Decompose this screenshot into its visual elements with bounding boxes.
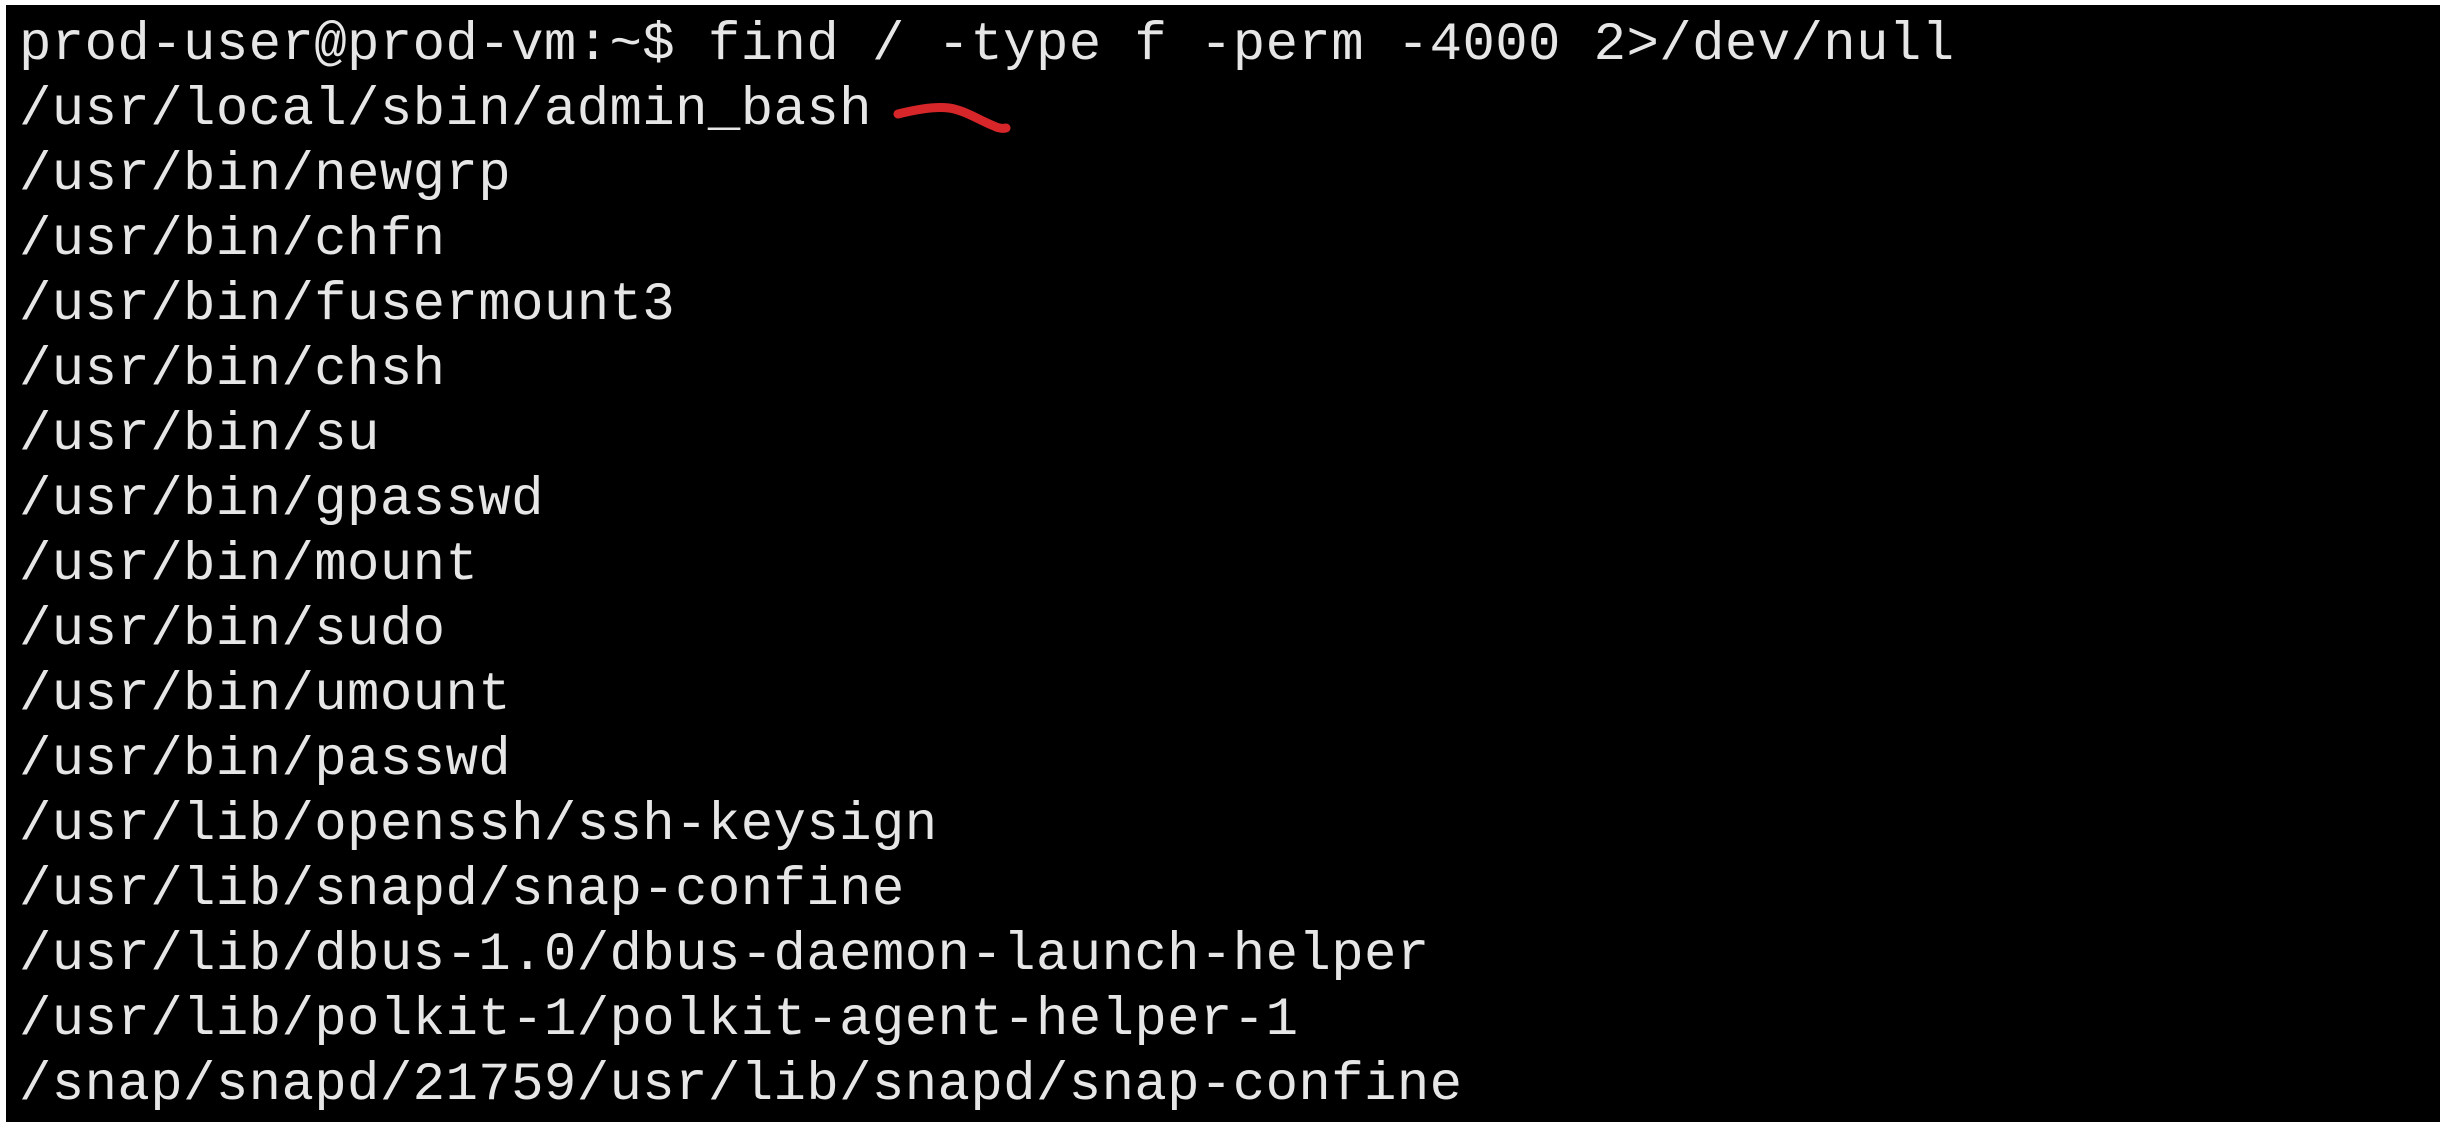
command-text: find / -type f -perm -4000 2>/dev/null [707, 15, 1955, 76]
shell-prompt: prod-user@prod-vm:~$ [19, 15, 708, 76]
output-line: /usr/bin/passwd [19, 730, 512, 791]
output-line: /usr/bin/su [19, 405, 380, 466]
output-line: /usr/bin/umount [19, 665, 512, 726]
output-line: /usr/bin/newgrp [19, 145, 512, 206]
output-line: /usr/bin/mount [19, 535, 479, 596]
terminal-window[interactable]: prod-user@prod-vm:~$ find / -type f -per… [6, 5, 2446, 1122]
red-underline-annotation [893, 103, 1011, 133]
output-line: /usr/bin/fusermount3 [19, 275, 676, 336]
output-line: /usr/bin/sudo [19, 600, 446, 661]
output-line: /usr/lib/openssh/ssh-keysign [19, 795, 938, 856]
output-line: /usr/bin/chsh [19, 340, 446, 401]
output-line: /usr/lib/snapd/snap-confine [19, 860, 905, 921]
output-line: /usr/lib/polkit-1/polkit-agent-helper-1 [19, 990, 1299, 1051]
output-line: /usr/bin/gpasswd [19, 470, 544, 531]
output-line: /usr/bin/chfn [19, 210, 446, 271]
output-line: /usr/lib/dbus-1.0/dbus-daemon-launch-hel… [19, 925, 1430, 986]
terminal-output: prod-user@prod-vm:~$ find / -type f -per… [19, 13, 1955, 1118]
command-line: prod-user@prod-vm:~$ find / -type f -per… [19, 13, 1955, 78]
output-line: /snap/snapd/21759/usr/lib/snapd/snap-con… [19, 1055, 1463, 1116]
